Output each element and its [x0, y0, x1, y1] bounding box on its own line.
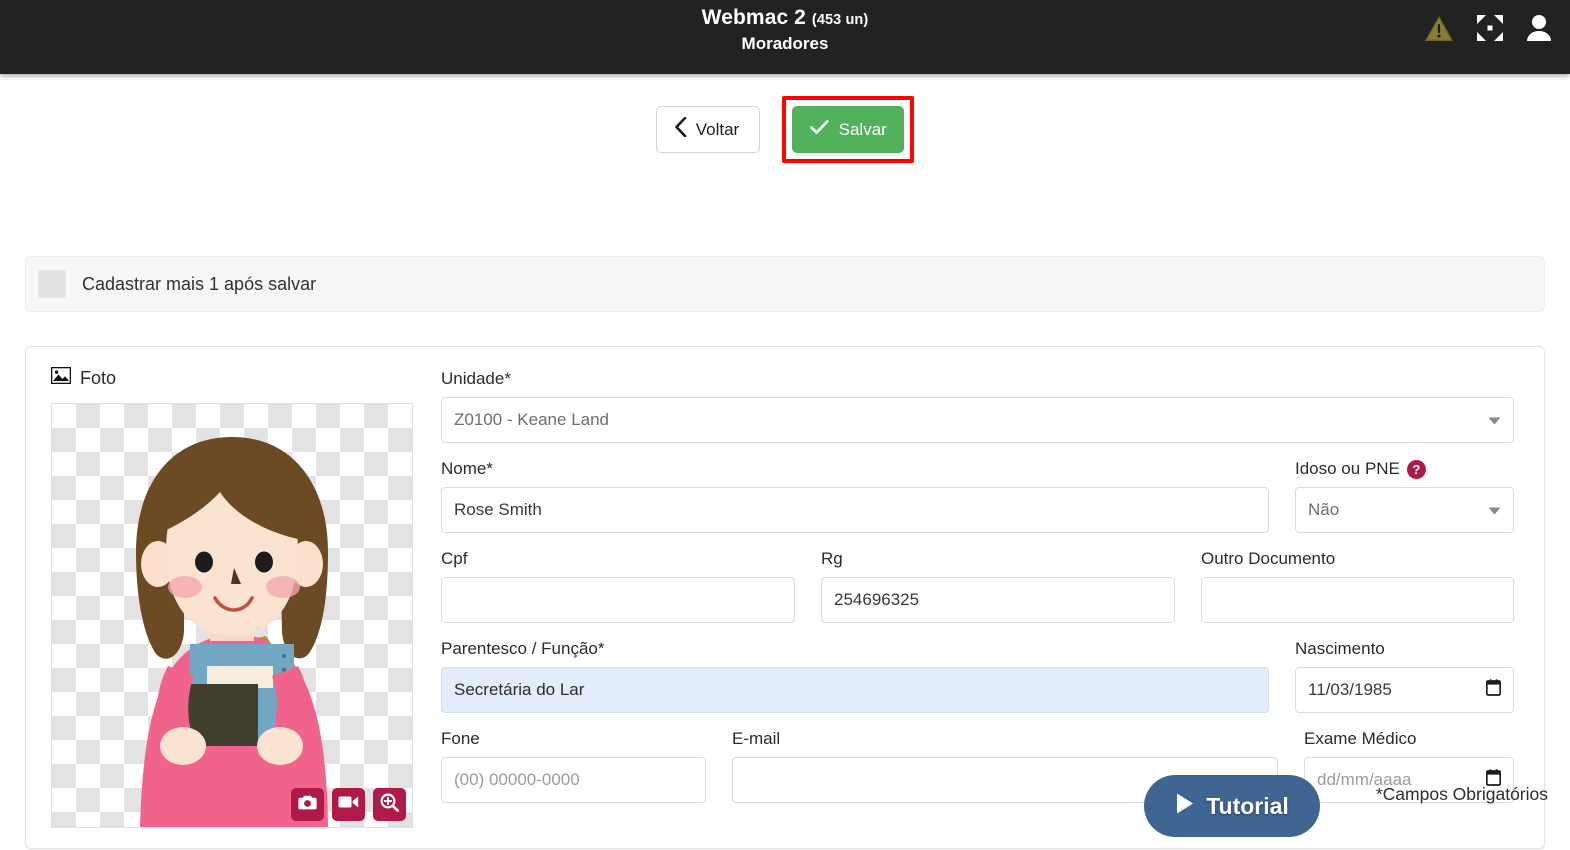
tutorial-button[interactable]: Tutorial — [1144, 775, 1320, 837]
rg-input[interactable]: 254696325 — [821, 577, 1175, 623]
nascimento-date-input[interactable]: 11/03/1985 — [1295, 667, 1514, 713]
header-icon-group — [1424, 14, 1552, 47]
section-title: Moradores — [741, 34, 829, 54]
field-nascimento: Nascimento 11/03/1985 — [1295, 639, 1514, 713]
rg-value: 254696325 — [834, 590, 920, 609]
photo-action-buttons — [291, 788, 406, 821]
rg-label: Rg — [821, 549, 843, 568]
video-camera-icon — [338, 795, 359, 814]
register-more-checkbox[interactable] — [38, 270, 66, 298]
idoso-pne-label-text: Idoso ou PNE — [1295, 459, 1400, 478]
parentesco-label: Parentesco / Função* — [441, 639, 605, 658]
row-unidade: Unidade* Z0100 - Keane Land — [441, 369, 1514, 443]
nascimento-value: 11/03/1985 — [1308, 680, 1392, 699]
app-title-line: Webmac 2 (453 un) — [0, 6, 1570, 30]
back-button-label: Voltar — [695, 119, 740, 139]
save-button[interactable]: Salvar — [792, 106, 905, 153]
unit-count: (453 un) — [811, 12, 869, 28]
fone-placeholder: (00) 00000-0000 — [454, 770, 580, 789]
magnifier-plus-icon — [380, 792, 399, 817]
question-mark-icon[interactable]: ? — [1406, 459, 1426, 479]
tutorial-label: Tutorial — [1206, 792, 1289, 819]
nome-input[interactable]: Rose Smith — [441, 487, 1269, 533]
chevron-left-icon — [674, 116, 687, 142]
photo-section-header: Foto — [50, 366, 411, 389]
idoso-pne-label: Idoso ou PNE ? — [1295, 459, 1514, 479]
row-nome-idoso: Nome* Rose Smith Idoso ou PNE ? Não — [441, 459, 1514, 533]
cpf-input[interactable] — [441, 577, 795, 623]
idoso-pne-select[interactable]: Não — [1295, 487, 1514, 533]
parentesco-value: Secretária do Lar — [454, 680, 585, 699]
field-outro-documento: Outro Documento — [1201, 549, 1514, 623]
row-parentesco-nascimento: Parentesco / Função* Secretária do Lar N… — [441, 639, 1514, 713]
back-button[interactable]: Voltar — [655, 106, 761, 153]
exame-medico-label: Exame Médico — [1304, 729, 1417, 748]
row-documentos: Cpf Rg 254696325 Outro Documento — [441, 549, 1514, 623]
register-more-label: Cadastrar mais 1 após salvar — [82, 273, 317, 294]
image-icon — [50, 366, 72, 389]
field-parentesco: Parentesco / Função* Secretária do Lar — [441, 639, 1269, 713]
play-icon — [1175, 792, 1195, 821]
required-fields-note: *Campos Obrigatórios — [1375, 784, 1548, 804]
outro-documento-input[interactable] — [1201, 577, 1514, 623]
nascimento-label: Nascimento — [1295, 639, 1385, 658]
fone-label: Fone — [441, 729, 480, 748]
email-label: E-mail — [732, 729, 781, 748]
resident-photo-illustration — [136, 437, 328, 827]
register-more-strip: Cadastrar mais 1 após salvar — [25, 256, 1545, 312]
check-icon — [809, 119, 829, 140]
unidade-value: Z0100 - Keane Land — [454, 410, 610, 429]
calendar-icon[interactable] — [1485, 679, 1502, 701]
field-fone: Fone (00) 00000-0000 — [441, 729, 706, 803]
zoom-button[interactable] — [373, 788, 406, 821]
row-contato: Fone (00) 00000-0000 E-mail Exame Médico… — [441, 729, 1514, 803]
app-title: Webmac 2 — [701, 6, 806, 29]
field-idoso-pne: Idoso ou PNE ? Não — [1295, 459, 1514, 533]
photo-column: Foto — [41, 366, 413, 828]
fullscreen-expand-icon[interactable] — [1476, 14, 1504, 47]
chevron-down-icon — [1488, 410, 1501, 430]
fone-input[interactable]: (00) 00000-0000 — [441, 757, 706, 803]
page-body: Voltar Salvar Cadastrar mais 1 após salv… — [0, 74, 1570, 850]
user-person-icon[interactable] — [1526, 14, 1552, 47]
field-cpf: Cpf — [441, 549, 795, 623]
nome-value: Rose Smith — [454, 500, 542, 519]
save-button-label: Salvar — [838, 119, 887, 139]
cpf-label: Cpf — [441, 549, 468, 568]
outro-documento-label: Outro Documento — [1201, 549, 1336, 568]
field-rg: Rg 254696325 — [821, 549, 1175, 623]
photo-preview[interactable] — [51, 403, 413, 828]
camera-icon — [298, 795, 317, 815]
parentesco-input[interactable]: Secretária do Lar — [441, 667, 1269, 713]
camera-button[interactable] — [291, 788, 324, 821]
unidade-label: Unidade* — [441, 369, 511, 388]
field-unidade: Unidade* Z0100 - Keane Land — [441, 369, 1514, 443]
chevron-down-icon — [1488, 500, 1501, 520]
nome-label: Nome* — [441, 459, 493, 478]
action-bar: Voltar Salvar — [0, 96, 1570, 163]
photo-section-label: Foto — [80, 367, 117, 388]
unidade-select[interactable]: Z0100 - Keane Land — [441, 397, 1514, 443]
save-highlight-box: Salvar — [782, 96, 915, 163]
header-titles: Webmac 2 (453 un) Moradores — [0, 6, 1570, 54]
warning-triangle-icon[interactable] — [1424, 15, 1454, 47]
form-column: Unidade* Z0100 - Keane Land Nome* Rose S… — [441, 369, 1514, 819]
video-button[interactable] — [332, 788, 365, 821]
resident-form-card: Foto Unidade* Z0100 - Keane Land Nome* R… — [25, 346, 1545, 849]
field-nome: Nome* Rose Smith — [441, 459, 1269, 533]
idoso-pne-value: Não — [1308, 500, 1340, 519]
top-bar: Webmac 2 (453 un) Moradores — [0, 0, 1570, 74]
